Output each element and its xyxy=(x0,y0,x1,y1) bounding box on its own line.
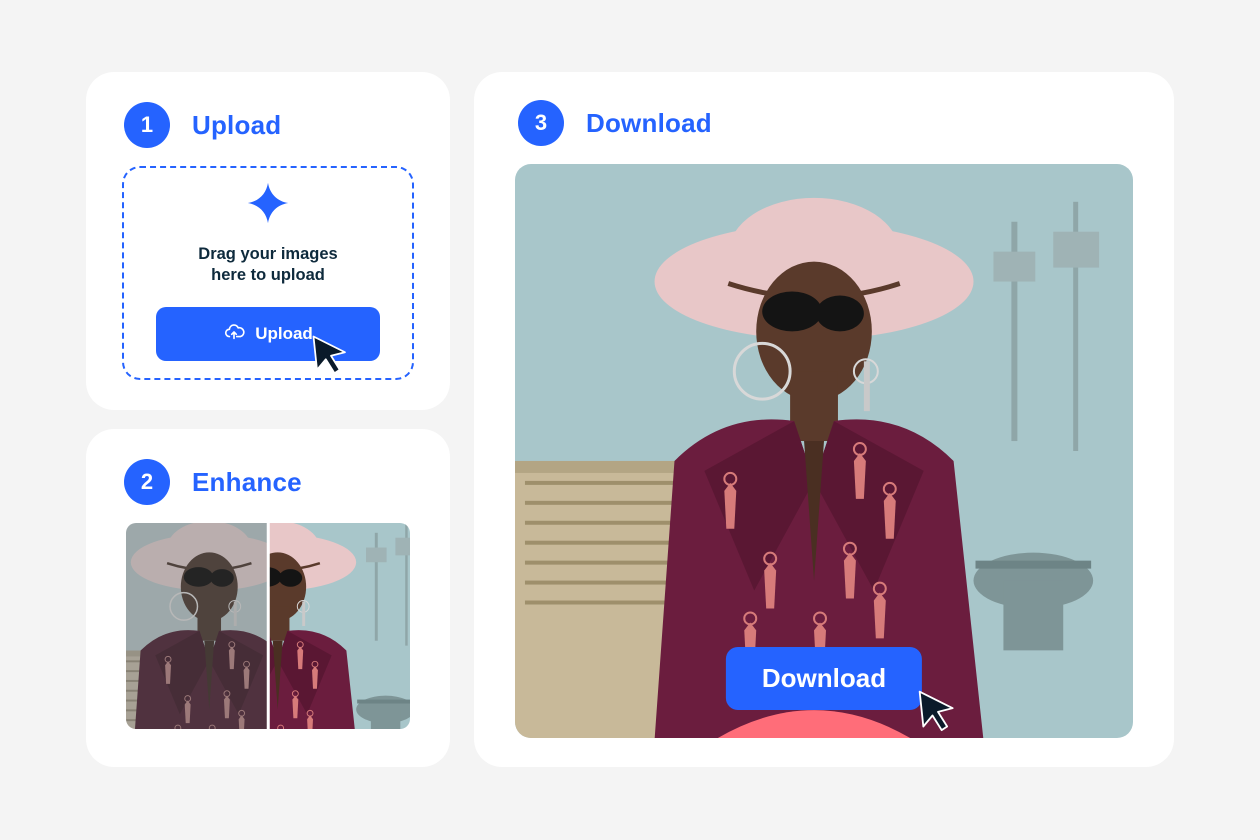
upload-dropzone[interactable]: Drag your images here to upload Upload xyxy=(122,166,414,380)
dropzone-text-line1: Drag your images xyxy=(198,244,337,265)
sparkle-icon xyxy=(246,181,290,230)
download-preview: Download xyxy=(515,164,1133,738)
upload-step-header: 1 Upload xyxy=(124,102,426,148)
step-badge-3: 3 xyxy=(518,100,564,146)
compare-before xyxy=(126,523,268,729)
download-button[interactable]: Download xyxy=(726,647,922,710)
compare-after xyxy=(268,523,410,729)
download-step-header: 3 Download xyxy=(518,100,1134,146)
upload-title: Upload xyxy=(192,110,281,141)
download-button-label: Download xyxy=(762,663,886,693)
compare-divider[interactable] xyxy=(267,523,270,729)
download-title: Download xyxy=(586,108,712,139)
enhance-card: 2 Enhance xyxy=(86,429,450,767)
dropzone-text-line2: here to upload xyxy=(198,265,337,286)
upload-card: 1 Upload Drag your images here to upload… xyxy=(86,72,450,410)
enhance-step-header: 2 Enhance xyxy=(124,459,426,505)
step-badge-1: 1 xyxy=(124,102,170,148)
enhance-compare[interactable] xyxy=(126,523,410,729)
enhance-title: Enhance xyxy=(192,467,302,498)
step-badge-2: 2 xyxy=(124,459,170,505)
download-card: 3 Download Download xyxy=(474,72,1174,767)
upload-button-label: Upload xyxy=(255,324,313,344)
dropzone-text: Drag your images here to upload xyxy=(198,244,337,285)
upload-button[interactable]: Upload xyxy=(156,307,380,361)
cloud-upload-icon xyxy=(223,322,245,347)
